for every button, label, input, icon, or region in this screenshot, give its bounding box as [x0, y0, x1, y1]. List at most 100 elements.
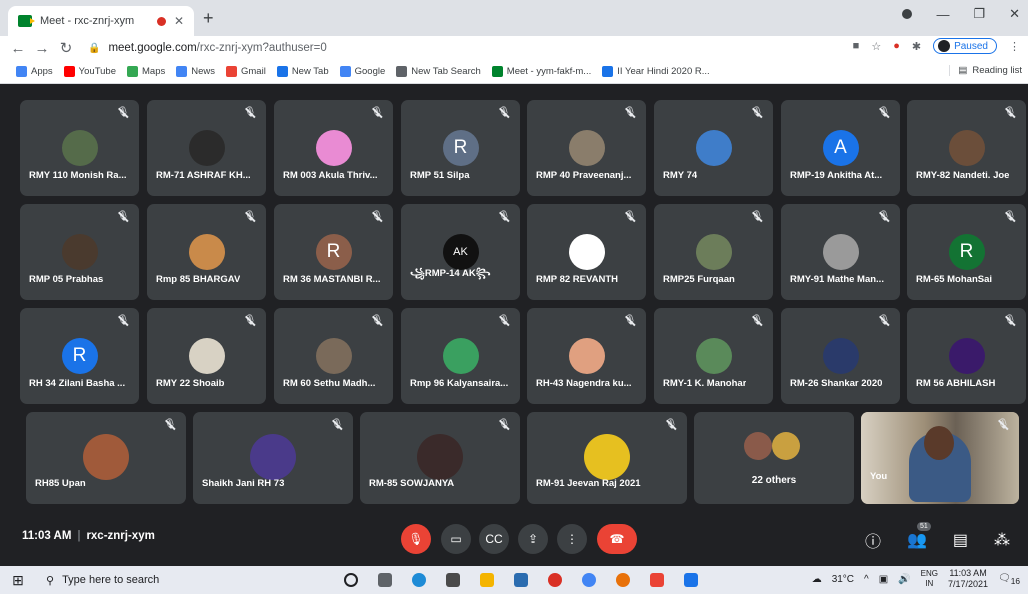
profile-paused-button[interactable]: Paused — [933, 38, 997, 54]
participant-tile[interactable]: 🎙 RMY-1 K. Manohar — [654, 308, 773, 404]
extensions-puzzle-icon[interactable]: ✱ — [912, 40, 921, 53]
bookmark-item[interactable]: News — [176, 66, 215, 77]
taskbar-search[interactable]: ⚲ Type here to search — [36, 566, 296, 594]
participant-tile[interactable]: 🎙 RM-85 SOWJANYA — [360, 412, 520, 504]
task-view-icon[interactable] — [378, 573, 392, 587]
mail-icon[interactable] — [514, 573, 528, 587]
file-explorer-icon[interactable] — [480, 573, 494, 587]
self-video-tile[interactable]: 🎙 You — [861, 412, 1019, 504]
mic-off-button[interactable]: 🎙 — [401, 524, 431, 554]
more-options-button[interactable]: ⋮ — [557, 524, 587, 554]
bookmark-item[interactable]: YouTube — [63, 66, 116, 77]
participant-tile[interactable]: 🎙 RM 60 Sethu Madh... — [274, 308, 393, 404]
leave-call-button[interactable]: ☎ — [597, 524, 637, 554]
restore-button[interactable]: ❐ — [973, 6, 985, 22]
edge-icon[interactable] — [412, 573, 426, 587]
network-icon[interactable]: ▣ — [879, 574, 888, 585]
window-controls: — ❐ ✕ — [902, 6, 1020, 22]
captions-button[interactable]: CC — [479, 524, 509, 554]
meeting-details-icon[interactable]: ⓘ — [865, 528, 881, 552]
participant-tile[interactable]: 🎙 RMY-82 Nandeti. Joe — [907, 100, 1026, 196]
participant-tile[interactable]: 🎙 Rmp 85 BHARGAV — [147, 204, 266, 300]
participant-tile[interactable]: 🎙 RMY 22 Shoaib — [147, 308, 266, 404]
participant-tile[interactable]: 🎙 RMP 05 Prabhas — [20, 204, 139, 300]
store-icon[interactable] — [446, 573, 460, 587]
participant-tile[interactable]: 🎙 RMP 40 Praveenanj... — [527, 100, 646, 196]
bookmark-item[interactable]: Meet - yym-fakf-m... — [491, 66, 591, 77]
app-icon-slides[interactable] — [650, 573, 664, 587]
chrome-icon[interactable] — [582, 573, 596, 587]
participant-avatar — [568, 130, 605, 166]
participant-tile[interactable]: 🎙 RM-71 ASHRAF KH... — [147, 100, 266, 196]
bookmark-item[interactable]: Google — [339, 66, 385, 77]
muted-mic-icon: 🎙 — [497, 419, 511, 430]
bookmark-item[interactable]: Maps — [127, 66, 165, 77]
participant-tile[interactable]: 🎙 RH-43 Nagendra ku... — [527, 308, 646, 404]
participant-tile[interactable]: 🎙 RMY 110 Monish Ra... — [20, 100, 139, 196]
language-indicator[interactable]: ENG IN — [921, 569, 938, 589]
participant-tile[interactable]: 🎙 Rmp 96 Kalyansaira... — [401, 308, 520, 404]
participant-avatar — [417, 434, 463, 480]
minimize-button[interactable]: — — [936, 7, 949, 22]
taskbar-apps — [344, 573, 698, 587]
muted-mic-icon: 🎙 — [623, 107, 637, 118]
participant-tile[interactable]: 🎙 R RH 34 Zilani Basha ... — [20, 308, 139, 404]
lock-icon: 🔒 — [88, 42, 101, 54]
participant-tile[interactable]: 🎙 RH85 Upan — [26, 412, 186, 504]
participant-tile[interactable]: 🎙 RMP25 Furqaan — [654, 204, 773, 300]
windows-start-icon[interactable]: ⊞ — [0, 572, 36, 589]
camera-button[interactable]: ▭ — [441, 524, 471, 554]
participant-tile[interactable]: 🎙 R RMP 51 Silpa — [401, 100, 520, 196]
participant-tile[interactable]: 🎙 RM-26 Shankar 2020 — [781, 308, 900, 404]
present-button[interactable]: ⇪ — [518, 524, 548, 554]
chat-icon[interactable]: ▤ — [953, 530, 968, 550]
participant-tile[interactable]: 🎙 RM-91 Jeevan Raj 2021 — [527, 412, 687, 504]
participant-tile[interactable]: 🎙 A RMP-19 Ankitha At... — [781, 100, 900, 196]
profile-dot-icon[interactable] — [902, 9, 913, 19]
people-icon[interactable]: 👥 51 — [907, 522, 931, 550]
participant-name: RMY 74 — [663, 170, 698, 181]
reload-button[interactable]: ↻ — [54, 39, 78, 57]
bookmark-item[interactable]: Apps — [16, 66, 53, 77]
notifications-icon[interactable]: 🗨16 — [998, 573, 1020, 586]
participant-tile[interactable]: 🎙 RMY 74 — [654, 100, 773, 196]
bookmark-item[interactable]: II Year Hindi 2020 R... — [602, 66, 710, 77]
others-count-label: 22 others — [751, 475, 797, 486]
others-tile[interactable]: 22 others — [694, 412, 854, 504]
weather-temp[interactable]: 31°C — [832, 574, 854, 585]
profile-status-label: Paused — [954, 40, 988, 52]
reading-list-button[interactable]: ▤ Reading list — [949, 65, 1022, 76]
back-button[interactable]: ← — [6, 40, 30, 57]
cortana-icon[interactable] — [344, 573, 358, 587]
participant-tile[interactable]: 🎙 RMP 82 REVANTH — [527, 204, 646, 300]
photos-icon[interactable] — [684, 573, 698, 587]
participant-tile[interactable]: 🎙 AK ꧁RMP-14 AK꧂ — [401, 204, 520, 300]
close-window-button[interactable]: ✕ — [1009, 6, 1020, 22]
bookmark-item[interactable]: New Tab Search — [396, 66, 481, 77]
participant-tile[interactable]: 🎙 RMY-91 Mathe Man... — [781, 204, 900, 300]
address-bar[interactable]: 🔒 meet.google.com/rxc-znrj-xym?authuser=… — [88, 38, 888, 58]
app-icon-orange[interactable] — [616, 573, 630, 587]
bookmark-item[interactable]: New Tab — [276, 66, 329, 77]
taskbar-clock[interactable]: 11:03 AM 7/17/2021 — [948, 568, 988, 590]
volume-icon[interactable]: 🔊 — [898, 574, 910, 585]
extension-icon[interactable]: ● — [893, 40, 900, 52]
participant-tile[interactable]: 🎙 Shaikh Jani RH 73 — [193, 412, 353, 504]
app-icon-red[interactable] — [548, 573, 562, 587]
participant-tile[interactable]: 🎙 R RM-65 MohanSai — [907, 204, 1026, 300]
chrome-menu-icon[interactable]: ⋮ — [1009, 40, 1020, 53]
tray-chevron-icon[interactable]: ^ — [864, 574, 869, 585]
activities-icon[interactable]: ⁂ — [994, 530, 1010, 550]
browser-tab-meet[interactable]: Meet - rxc-znrj-xym ✕ — [8, 6, 194, 36]
participant-tile[interactable]: 🎙 RM 003 Akula Thriv... — [274, 100, 393, 196]
close-tab-icon[interactable]: ✕ — [174, 14, 184, 28]
new-tab-button[interactable]: + — [203, 8, 214, 29]
bookmark-favicon-icon — [276, 66, 288, 77]
forward-button[interactable]: → — [30, 40, 54, 57]
camera-in-use-icon[interactable]: ■ — [853, 40, 860, 52]
bookmark-star-icon[interactable]: ☆ — [871, 40, 881, 53]
participant-tile[interactable]: 🎙 R RM 36 MASTANBI R... — [274, 204, 393, 300]
weather-icon[interactable]: ☁ — [812, 574, 822, 585]
bookmark-item[interactable]: Gmail — [226, 66, 266, 77]
participant-tile[interactable]: 🎙 RM 56 ABHILASH — [907, 308, 1026, 404]
